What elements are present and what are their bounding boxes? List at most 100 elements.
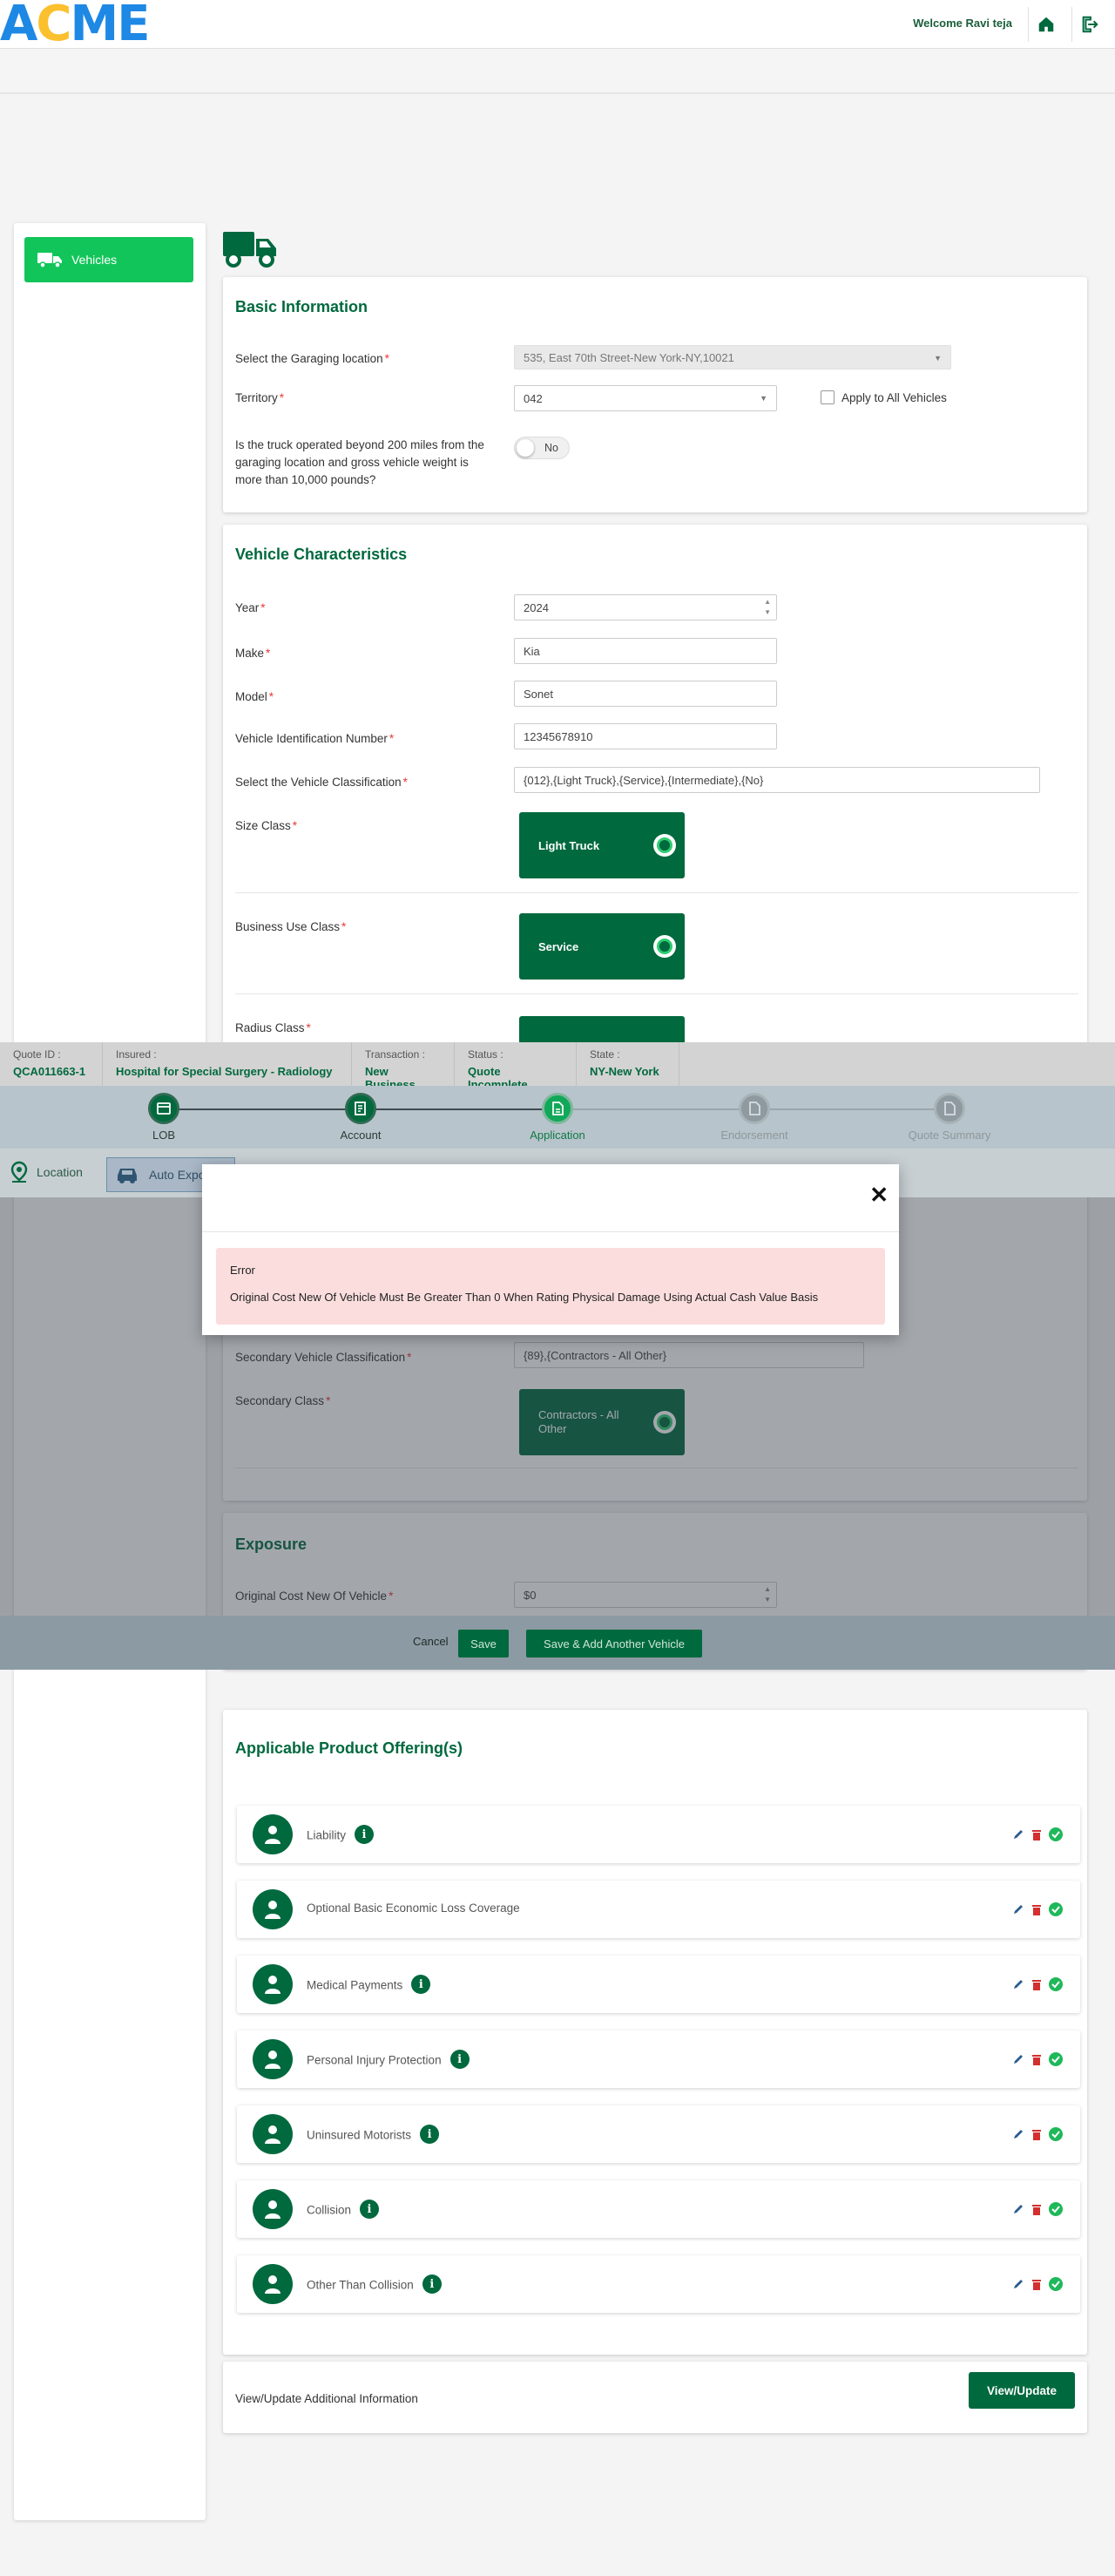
insured: Insured : Hospital for Special Surgery - … bbox=[103, 1042, 352, 1086]
check-icon[interactable] bbox=[1049, 1902, 1063, 1916]
product-offerings-title: Applicable Product Offering(s) bbox=[235, 1739, 463, 1757]
divider bbox=[235, 892, 1078, 893]
info-icon[interactable]: i bbox=[411, 1975, 431, 1994]
year-input[interactable]: 2024 ▲ ▼ bbox=[514, 594, 777, 620]
classification-input[interactable]: {012},{Light Truck},{Service},{Intermedi… bbox=[514, 767, 1040, 793]
subnav-location-label: Location bbox=[37, 1165, 83, 1179]
delete-icon[interactable] bbox=[1031, 1978, 1042, 1990]
offering-actions bbox=[1012, 2127, 1063, 2141]
chevron-down-icon: ▼ bbox=[760, 394, 767, 403]
logout-button[interactable] bbox=[1071, 7, 1106, 42]
check-icon[interactable] bbox=[1049, 1827, 1063, 1841]
location-pin-icon bbox=[10, 1161, 28, 1183]
edit-icon[interactable] bbox=[1012, 1903, 1024, 1915]
edit-icon[interactable] bbox=[1012, 2128, 1024, 2140]
edit-icon[interactable] bbox=[1012, 2053, 1024, 2065]
lob-icon bbox=[148, 1093, 179, 1124]
radius-class-option[interactable] bbox=[519, 1016, 685, 1042]
close-icon[interactable]: ✕ bbox=[869, 1182, 889, 1209]
offering-actions bbox=[1012, 1977, 1063, 1991]
cancel-button[interactable]: Cancel bbox=[413, 1635, 448, 1648]
apply-all-checkbox[interactable] bbox=[821, 390, 835, 404]
transaction: Transaction : New Business bbox=[352, 1042, 455, 1091]
info-icon[interactable]: i bbox=[422, 2274, 442, 2294]
offering-actions bbox=[1012, 2052, 1063, 2066]
view-update-button[interactable]: View/Update bbox=[969, 2372, 1075, 2409]
offering-row: Personal Injury Protection i bbox=[237, 2030, 1080, 2088]
offering-row: Other Than Collision i bbox=[237, 2255, 1080, 2313]
home-button[interactable] bbox=[1028, 7, 1063, 42]
truck-icon bbox=[37, 253, 62, 268]
make-label: Make * bbox=[235, 647, 271, 660]
business-use-option[interactable]: Service bbox=[519, 913, 685, 980]
error-alert: Error Original Cost New Of Vehicle Must … bbox=[216, 1248, 885, 1325]
info-icon[interactable]: i bbox=[449, 2050, 470, 2069]
vin-input[interactable]: 12345678910 bbox=[514, 723, 777, 749]
step-label: Account bbox=[340, 1129, 382, 1142]
garaging-location-select[interactable]: 535, East 70th Street-New York-NY,10021 ▼ bbox=[514, 345, 951, 369]
acme-logo[interactable]: ACME bbox=[0, 0, 150, 49]
model-input[interactable]: Sonet bbox=[514, 681, 777, 707]
logout-icon bbox=[1082, 16, 1098, 33]
make-input[interactable]: Kia bbox=[514, 638, 777, 664]
subnav-location[interactable]: Location bbox=[9, 1161, 83, 1183]
step-label: Application bbox=[530, 1129, 585, 1142]
size-class-label: Size Class * bbox=[235, 819, 298, 832]
step-quote-summary[interactable]: Quote Summary bbox=[897, 1093, 1002, 1142]
liability-icon bbox=[253, 1814, 293, 1854]
offering-name: Liability i bbox=[307, 1825, 375, 1846]
offering-row: Optional Basic Economic Loss Coverage bbox=[237, 1881, 1080, 1938]
edit-icon[interactable] bbox=[1012, 2278, 1024, 2290]
classification-label: Select the Vehicle Classification * bbox=[235, 776, 408, 789]
check-icon[interactable] bbox=[1049, 2127, 1063, 2141]
welcome-text: Welcome Ravi teja bbox=[913, 17, 1012, 30]
save-add-another-button[interactable]: Save & Add Another Vehicle bbox=[526, 1630, 702, 1657]
info-icon[interactable]: i bbox=[360, 2200, 380, 2219]
edit-icon[interactable] bbox=[1012, 2203, 1024, 2215]
vehicle-truck-icon bbox=[221, 227, 279, 271]
sidebar-item-label: Vehicles bbox=[71, 253, 118, 267]
modal-header bbox=[202, 1164, 899, 1232]
personal-injury-icon bbox=[253, 2039, 293, 2079]
basic-information-title: Basic Information bbox=[235, 298, 368, 315]
check-icon[interactable] bbox=[1049, 1977, 1063, 1991]
offering-actions bbox=[1012, 1902, 1063, 1916]
step-application[interactable]: Application bbox=[505, 1093, 610, 1142]
edit-icon[interactable] bbox=[1012, 1828, 1024, 1840]
territory-select[interactable]: 042 ▼ bbox=[514, 385, 777, 411]
sub-header-bar bbox=[0, 49, 1115, 94]
year-label: Year * bbox=[235, 601, 266, 614]
info-icon[interactable]: i bbox=[420, 2125, 440, 2144]
check-icon[interactable] bbox=[1049, 2277, 1063, 2291]
radio-selected-icon bbox=[653, 935, 676, 958]
model-label: Model * bbox=[235, 690, 274, 703]
offering-name: Optional Basic Economic Loss Coverage bbox=[307, 1901, 520, 1915]
delete-icon[interactable] bbox=[1031, 2128, 1042, 2140]
account-icon bbox=[345, 1093, 376, 1124]
info-icon[interactable]: i bbox=[355, 1825, 375, 1844]
delete-icon[interactable] bbox=[1031, 1903, 1042, 1915]
collision-icon bbox=[253, 2189, 293, 2229]
error-modal: ✕ Error Original Cost New Of Vehicle Mus… bbox=[202, 1164, 899, 1335]
edit-icon[interactable] bbox=[1012, 1978, 1024, 1990]
step-account[interactable]: Account bbox=[308, 1093, 413, 1142]
home-icon bbox=[1038, 17, 1053, 32]
delete-icon[interactable] bbox=[1031, 2053, 1042, 2065]
number-spinner-icon[interactable]: ▲ ▼ bbox=[764, 597, 771, 618]
check-icon[interactable] bbox=[1049, 2202, 1063, 2216]
step-lob[interactable]: LOB bbox=[112, 1093, 216, 1142]
save-button[interactable]: Save bbox=[458, 1630, 509, 1657]
delete-icon[interactable] bbox=[1031, 2278, 1042, 2290]
size-class-option[interactable]: Light Truck bbox=[519, 812, 685, 878]
delete-icon[interactable] bbox=[1031, 2203, 1042, 2215]
step-endorsement[interactable]: Endorsement bbox=[702, 1093, 807, 1142]
check-icon[interactable] bbox=[1049, 2052, 1063, 2066]
sidebar-item-vehicles[interactable]: Vehicles bbox=[24, 237, 193, 282]
truck-operated-toggle[interactable]: No bbox=[514, 437, 570, 459]
offering-actions bbox=[1012, 2202, 1063, 2216]
delete-icon[interactable] bbox=[1031, 1828, 1042, 1840]
vehicle-characteristics-title: Vehicle Characteristics bbox=[235, 546, 408, 563]
truck-question-label: Is the truck operated beyond 200 miles f… bbox=[235, 438, 484, 486]
step-label: LOB bbox=[152, 1129, 175, 1142]
radio-selected-icon bbox=[653, 834, 676, 857]
